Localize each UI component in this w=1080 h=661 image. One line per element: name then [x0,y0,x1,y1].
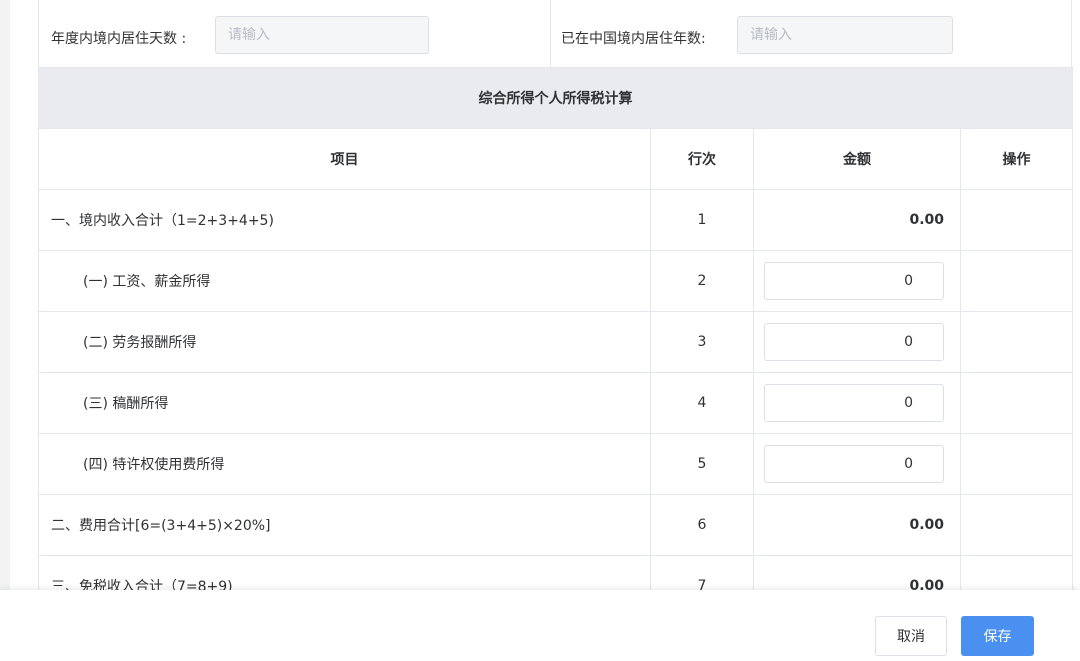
row-amount [753,311,961,373]
days-input[interactable] [215,16,429,54]
row-number: 3 [650,311,754,373]
dialog-footer: 取消 保存 [0,590,1080,661]
salary-amount-input[interactable] [764,262,944,300]
row-action [960,250,1073,312]
row-item-label: 一、境内收入合计（1=2+3+4+5) [38,189,651,251]
row-action [960,433,1073,495]
table-row: 三、免税收入合计（7=8+9) 7 0.00 [38,555,1073,590]
row-action [960,555,1073,590]
table-row: (三) 稿酬所得 4 [38,372,1073,434]
row-action [960,372,1073,434]
table-row: (一) 工资、薪金所得 2 [38,250,1073,312]
row-amount: 0.00 [753,189,961,251]
amount-value: 0.00 [909,517,944,533]
amount-value: 0.00 [909,212,944,228]
row-number: 6 [650,494,754,556]
table-row: 一、境内收入合计（1=2+3+4+5) 1 0.00 [38,189,1073,251]
row-action [960,494,1073,556]
form-divider [550,0,551,67]
residence-info-row: 年度内境内居住天数 : 已在中国境内居住年数: [38,0,1072,67]
years-input[interactable] [737,16,953,54]
row-number: 1 [650,189,754,251]
tax-calc-table: 综合所得个人所得税计算 项目 行次 金额 操作 一、境内收入合计（1=2+3+4… [38,67,1073,590]
row-number: 2 [650,250,754,312]
royalty-amount-input[interactable] [764,384,944,422]
row-number: 7 [650,555,754,590]
row-number: 5 [650,433,754,495]
row-item-label: (三) 稿酬所得 [38,372,651,434]
section-title-row: 综合所得个人所得税计算 [38,67,1073,129]
header-amount: 金额 [753,128,961,190]
row-item-label: 三、免税收入合计（7=8+9) [38,555,651,590]
section-title: 综合所得个人所得税计算 [38,67,1073,129]
left-rail [0,0,10,590]
form-scroll-area[interactable]: 年度内境内居住天数 : 已在中国境内居住年数: 综合所得个人所得税计算 项目 行… [10,0,1080,590]
row-amount [753,372,961,434]
header-item: 项目 [38,128,651,190]
row-amount: 0.00 [753,494,961,556]
row-item-label: 二、费用合计[6=(3+4+5)×20%] [38,494,651,556]
franchise-amount-input[interactable] [764,445,944,483]
row-action [960,189,1073,251]
cancel-button[interactable]: 取消 [875,616,947,656]
header-row-no: 行次 [650,128,754,190]
row-amount [753,250,961,312]
save-button[interactable]: 保存 [961,616,1034,656]
table-header: 项目 行次 金额 操作 [38,128,1073,190]
header-action: 操作 [960,128,1073,190]
amount-value: 0.00 [909,578,944,590]
row-amount: 0.00 [753,555,961,590]
row-item-label: (一) 工资、薪金所得 [38,250,651,312]
row-number: 4 [650,372,754,434]
row-item-label: (二) 劳务报酬所得 [38,311,651,373]
years-label: 已在中国境内居住年数: [561,31,706,47]
table-row: (二) 劳务报酬所得 3 [38,311,1073,373]
row-amount [753,433,961,495]
days-label: 年度内境内居住天数 : [51,31,187,47]
labor-amount-input[interactable] [764,323,944,361]
row-action [960,311,1073,373]
table-row: 二、费用合计[6=(3+4+5)×20%] 6 0.00 [38,494,1073,556]
table-row: (四) 特许权使用费所得 5 [38,433,1073,495]
row-item-label: (四) 特许权使用费所得 [38,433,651,495]
